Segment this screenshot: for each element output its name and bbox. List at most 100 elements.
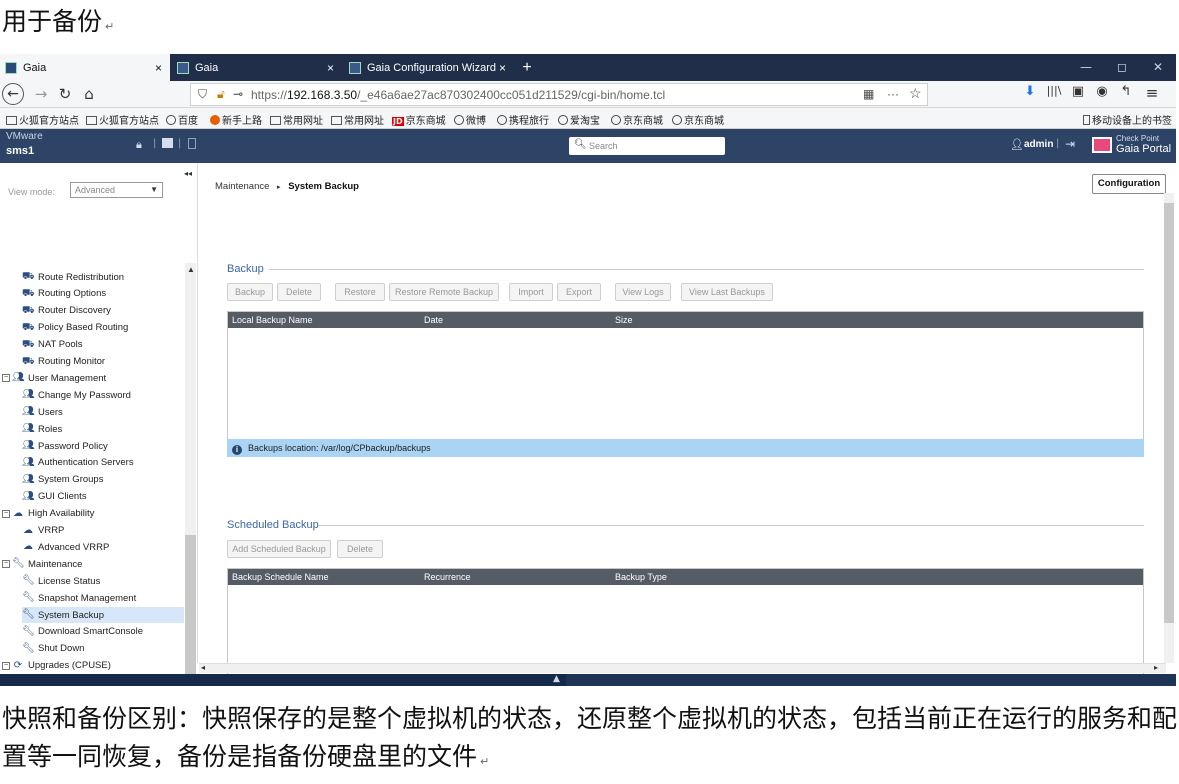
tree-item[interactable]: − 🔧︎ Maintenance: [2, 556, 184, 572]
add-scheduled-backup-button[interactable]: Add Scheduled Backup: [227, 540, 331, 558]
sidebar-scrollbar-thumb[interactable]: [185, 535, 196, 686]
collapse-sidebar-icon[interactable]: ◂◂: [184, 169, 192, 178]
more-actions-icon[interactable]: ···: [887, 87, 899, 101]
bookmark-item[interactable]: 常用网址: [331, 112, 384, 127]
tree-item[interactable]: 👥︎ Authentication Servers: [22, 455, 184, 471]
insecure-lock-icon[interactable]: 🔓︎: [217, 87, 225, 102]
view-mode-select[interactable]: Advanced ▼: [70, 182, 163, 198]
delete-button[interactable]: Delete: [277, 283, 321, 301]
forward-icon[interactable]: →: [30, 83, 52, 105]
scroll-up-icon[interactable]: ▲: [187, 265, 195, 274]
minimize-icon[interactable]: —: [1068, 54, 1104, 81]
back-icon[interactable]: ←: [2, 83, 24, 105]
tab-close-icon[interactable]: ×: [499, 61, 506, 75]
tree-item[interactable]: 🔧︎ System Backup: [22, 607, 184, 623]
bookmark-item[interactable]: 火狐官方站点: [6, 112, 79, 127]
expand-up-icon[interactable]: ▲: [553, 674, 560, 684]
view-logs-button[interactable]: View Logs: [615, 283, 671, 301]
column-header[interactable]: Local Backup Name: [232, 315, 313, 325]
bookmark-star-icon[interactable]: ☆: [909, 85, 922, 102]
user-name[interactable]: admin: [1024, 139, 1053, 150]
close-window-icon[interactable]: ✕: [1140, 54, 1176, 81]
bookmark-item[interactable]: 常用网址: [270, 112, 323, 127]
address-bar[interactable]: ⛉ 🔓︎ ⊸ https://192.168.3.50/_e46a6ae27ac…: [190, 83, 928, 106]
delete-scheduled-button[interactable]: Delete: [337, 540, 383, 558]
tab-gaia-2[interactable]: Gaia ×: [172, 54, 342, 81]
bookmark-item[interactable]: 百度: [166, 112, 198, 127]
mobile-bookmarks[interactable]: 移动设备上的书签: [1083, 112, 1172, 127]
tree-item[interactable]: 👥︎ System Groups: [22, 472, 184, 488]
reload-icon[interactable]: ↻: [54, 83, 76, 105]
menu-icon[interactable]: ≡: [1142, 84, 1162, 102]
tree-item[interactable]: 🔧︎ Shut Down: [22, 641, 184, 657]
configuration-button[interactable]: Configuration: [1092, 174, 1166, 194]
tree-item[interactable]: 👥︎ Change My Password: [22, 387, 184, 403]
view-last-backups-button[interactable]: View Last Backups: [681, 283, 773, 301]
tree-item[interactable]: 👥︎ GUI Clients: [22, 489, 184, 505]
lock-icon[interactable]: 🔒︎: [136, 138, 142, 152]
qr-code-icon[interactable]: ▦: [863, 87, 874, 101]
restore-remote-backup-button[interactable]: Restore Remote Backup: [389, 283, 499, 301]
download-icon[interactable]: ⬇: [1020, 84, 1040, 99]
tree-item[interactable]: − ☁︎ High Availability: [2, 506, 184, 522]
bookmark-item[interactable]: 微博: [454, 112, 486, 127]
bookmark-item[interactable]: 新手上路: [210, 112, 262, 127]
library-icon[interactable]: |||\: [1044, 84, 1064, 97]
tree-item[interactable]: ☁︎ VRRP: [22, 523, 184, 539]
bookmark-item[interactable]: 京东商城: [611, 112, 663, 127]
home-icon[interactable]: ⌂: [78, 83, 100, 105]
new-tab-button[interactable]: +: [516, 54, 538, 81]
restore-icon[interactable]: ◻: [1104, 54, 1140, 81]
main-scrollbar-thumb[interactable]: [1164, 203, 1174, 623]
column-header[interactable]: Size: [615, 315, 633, 325]
tree-item[interactable]: 🔧︎ Snapshot Management: [22, 590, 184, 606]
search-input[interactable]: 🔍︎ Search: [569, 137, 725, 155]
collapse-node-icon[interactable]: −: [2, 560, 10, 569]
bookmark-item[interactable]: 火狐官方站点: [86, 112, 159, 127]
backup-button[interactable]: Backup: [227, 283, 273, 301]
tab-gaia-1[interactable]: Gaia ×: [0, 54, 170, 81]
tree-item[interactable]: ⛟ Routing Options: [22, 286, 184, 302]
horizontal-scrollbar[interactable]: [199, 663, 1166, 673]
account-icon[interactable]: ◉: [1092, 84, 1112, 99]
url-text[interactable]: https://192.168.3.50/_e46a6ae27ac8703024…: [251, 88, 665, 102]
scroll-left-icon[interactable]: ◂: [201, 663, 205, 672]
column-header[interactable]: Date: [424, 315, 443, 325]
tree-item[interactable]: ⛟ Route Redistribution: [22, 269, 184, 285]
terminal-icon[interactable]: [162, 138, 173, 148]
tree-item[interactable]: − 👥︎ User Management: [2, 370, 184, 386]
restore-button[interactable]: Restore: [335, 283, 385, 301]
bookmark-item[interactable]: 携程旅行: [497, 112, 549, 127]
document-icon[interactable]: [188, 138, 196, 149]
breadcrumb-parent[interactable]: Maintenance: [215, 181, 269, 192]
tab-gaia-config-wizard[interactable]: Gaia Configuration Wizard ×: [344, 54, 514, 81]
tree-item[interactable]: ⛟ Policy Based Routing: [22, 320, 184, 336]
tree-item[interactable]: 🔧︎ License Status: [22, 573, 184, 589]
bookmark-item[interactable]: 爱淘宝: [558, 112, 600, 127]
tree-item[interactable]: ⛟ NAT Pools: [22, 337, 184, 353]
tree-item[interactable]: ⛟ Router Discovery: [22, 303, 184, 319]
tree-item[interactable]: ☁︎ Advanced VRRP: [22, 539, 184, 555]
tab-close-icon[interactable]: ×: [327, 61, 334, 75]
column-header[interactable]: Backup Schedule Name: [232, 572, 329, 582]
collapse-node-icon[interactable]: −: [2, 374, 10, 383]
tree-item[interactable]: 👥︎ Users: [22, 404, 184, 420]
tree-item[interactable]: 🔧︎ Download SmartConsole: [22, 624, 184, 640]
column-header[interactable]: Backup Type: [615, 572, 667, 582]
tree-item[interactable]: 👥︎ Roles: [22, 421, 184, 437]
scroll-right-icon[interactable]: ▸: [1154, 663, 1158, 672]
tree-item[interactable]: 👥︎ Password Policy: [22, 438, 184, 454]
shield-icon[interactable]: ⛉: [198, 87, 207, 102]
extension-icon[interactable]: ↰: [1116, 84, 1136, 99]
bookmark-item[interactable]: 京东商城: [672, 112, 724, 127]
tab-close-icon[interactable]: ×: [155, 61, 162, 75]
tree-item[interactable]: ⛟ Routing Monitor: [22, 354, 184, 370]
logout-icon[interactable]: ⇥: [1065, 137, 1075, 151]
column-header[interactable]: Recurrence: [424, 572, 471, 582]
bookmark-item[interactable]: JD 京东商城: [392, 112, 446, 127]
collapse-node-icon[interactable]: −: [2, 509, 10, 518]
collapse-node-icon[interactable]: −: [2, 661, 10, 670]
tree-item[interactable]: − ⟳ Upgrades (CPUSE): [2, 658, 184, 674]
export-button[interactable]: Export: [557, 283, 601, 301]
import-button[interactable]: Import: [509, 283, 553, 301]
